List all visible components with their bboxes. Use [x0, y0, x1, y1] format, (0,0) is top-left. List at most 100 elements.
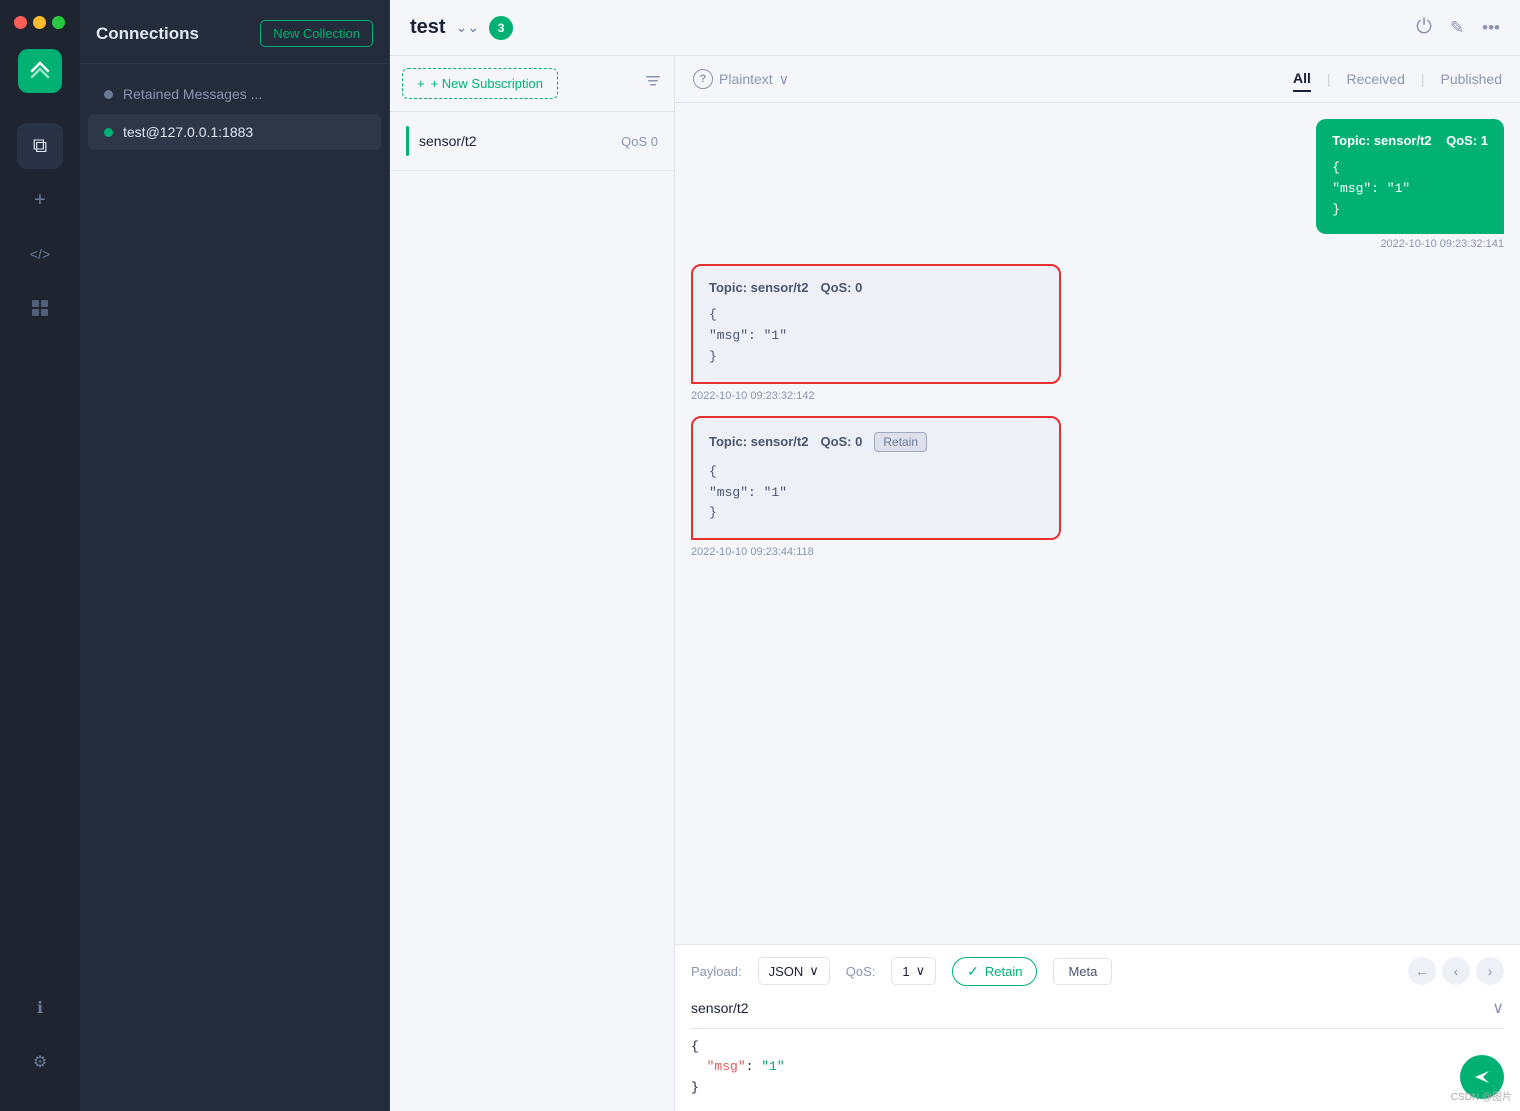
format-label: Plaintext — [719, 71, 773, 87]
nav-prev-button[interactable]: ← — [1408, 957, 1436, 985]
window-controls — [0, 16, 65, 29]
received-message-2: Topic: sensor/t2 QoS: 0 Retain { "msg": … — [691, 416, 1061, 558]
published-line2: "msg": "1" — [1332, 179, 1488, 200]
received-message-1: Topic: sensor/t2 QoS: 0 { "msg": "1" } 2… — [691, 264, 1061, 401]
new-subscription-button[interactable]: + + New Subscription — [402, 68, 558, 99]
publish-line2: "msg": "1" — [691, 1057, 1460, 1078]
qos-chevron-icon: ∨ — [916, 963, 926, 979]
main-area: test ⌄⌄ 3 ⏻ ✎ ••• + + New Subscription — [390, 0, 1520, 1111]
nav-left-button[interactable]: ‹ — [1442, 957, 1470, 985]
dot-green-icon — [104, 128, 113, 137]
new-collection-button[interactable]: New Collection — [260, 20, 373, 47]
maximize-button[interactable] — [52, 16, 65, 29]
more-icon[interactable]: ••• — [1482, 18, 1500, 38]
format-selector[interactable]: ? Plaintext ∨ — [693, 69, 789, 89]
sub-qos: QoS 0 — [621, 134, 658, 149]
filter-icon[interactable] — [644, 72, 662, 95]
top-bar-right: ⏻ ✎ ••• — [1416, 16, 1500, 39]
topic-input-row: ∨ — [691, 996, 1504, 1020]
connections-header: Connections New Collection — [80, 0, 389, 64]
payload-label: Payload: — [691, 964, 742, 979]
qos-select[interactable]: 1 ∨ — [891, 957, 936, 985]
top-bar: test ⌄⌄ 3 ⏻ ✎ ••• — [390, 0, 1520, 56]
retain-check-icon: ✓ — [967, 963, 979, 980]
received-2-line3: } — [709, 503, 1043, 524]
publish-toolbar: Payload: JSON ∨ QoS: 1 ∨ ✓ Retain Meta — [691, 957, 1504, 986]
connection-item-retained[interactable]: Retained Messages ... — [88, 76, 381, 112]
received-1-line3: } — [709, 347, 1043, 368]
received-1-topic: Topic: sensor/t2 — [709, 280, 808, 295]
publish-area: Payload: JSON ∨ QoS: 1 ∨ ✓ Retain Meta — [675, 944, 1520, 1111]
minimize-button[interactable] — [33, 16, 46, 29]
publish-line1: { — [691, 1037, 1460, 1058]
received-meta-1: Topic: sensor/t2 QoS: 0 — [709, 280, 1043, 295]
received-meta-2: Topic: sensor/t2 QoS: 0 Retain — [709, 432, 1043, 452]
new-subscription-label: + New Subscription — [431, 76, 543, 91]
connection-name-test: test@127.0.0.1:1883 — [123, 124, 253, 140]
received-1-line1: { — [709, 305, 1043, 326]
retain-toggle-button[interactable]: ✓ Retain — [952, 957, 1037, 986]
received-2-topic: Topic: sensor/t2 — [709, 434, 808, 449]
content-area: + + New Subscription sensor/t2 QoS 0 — [390, 56, 1520, 1111]
received-bubble-2: Topic: sensor/t2 QoS: 0 Retain { "msg": … — [691, 416, 1061, 540]
published-body: { "msg": "1" } — [1332, 158, 1488, 220]
sub-left: sensor/t2 — [406, 126, 477, 156]
received-2-line2: "msg": "1" — [709, 483, 1043, 504]
dot-gray-icon — [104, 90, 113, 99]
sub-topic: sensor/t2 — [419, 133, 477, 149]
received-2-qos: QoS: 0 — [820, 434, 862, 449]
sidebar-item-data[interactable] — [17, 285, 63, 331]
nav-right-button[interactable]: › — [1476, 957, 1504, 985]
published-meta: Topic: sensor/t2 QoS: 1 — [1332, 133, 1488, 148]
subscription-panel: + + New Subscription sensor/t2 QoS 0 — [390, 56, 675, 1111]
payload-chevron-icon: ∨ — [809, 963, 819, 979]
tab-published[interactable]: Published — [1441, 67, 1503, 91]
meta-button[interactable]: Meta — [1053, 958, 1112, 985]
sidebar-item-connections[interactable]: ⧉ — [17, 123, 63, 169]
published-line1: { — [1332, 158, 1488, 179]
connection-title: test — [410, 16, 446, 39]
sidebar-item-info[interactable]: ℹ — [17, 985, 63, 1031]
messages-list: Topic: sensor/t2 QoS: 1 { "msg": "1" } 2… — [675, 103, 1520, 944]
qos-value: 1 — [902, 964, 909, 979]
qos-label: QoS: — [846, 964, 876, 979]
connection-item-test[interactable]: test@127.0.0.1:1883 — [88, 114, 381, 150]
plus-icon: + — [417, 76, 425, 91]
topic-input[interactable] — [691, 996, 1492, 1020]
published-topic: Topic: sensor/t2 — [1332, 133, 1431, 148]
sidebar-item-add[interactable]: + — [17, 177, 63, 223]
received-1-qos: QoS: 0 — [820, 280, 862, 295]
edit-icon[interactable]: ✎ — [1450, 18, 1464, 38]
published-line3: } — [1332, 200, 1488, 221]
received-1-timestamp: 2022-10-10 09:23:32:142 — [691, 390, 1061, 402]
published-qos: QoS: 1 — [1446, 133, 1488, 148]
topic-divider — [691, 1028, 1504, 1029]
power-icon[interactable]: ⏻ — [1416, 16, 1432, 39]
connection-name-retained: Retained Messages ... — [123, 86, 262, 102]
retain-badge: Retain — [874, 432, 927, 452]
received-body-2: { "msg": "1" } — [709, 462, 1043, 524]
message-tabs: All | Received | Published — [1293, 66, 1502, 92]
payload-format-select[interactable]: JSON ∨ — [758, 957, 830, 985]
chevron-down-icon[interactable]: ⌄⌄ — [456, 19, 479, 36]
subscription-item-sensor-t2[interactable]: sensor/t2 QoS 0 — [390, 112, 674, 171]
help-icon: ? — [693, 69, 713, 89]
retain-toggle-label: Retain — [985, 964, 1023, 979]
received-bubble-1: Topic: sensor/t2 QoS: 0 { "msg": "1" } — [691, 264, 1061, 383]
tab-received[interactable]: Received — [1346, 67, 1404, 91]
icon-sidebar: ⧉ + </> ℹ ⚙ — [0, 0, 80, 1111]
received-1-line2: "msg": "1" — [709, 326, 1043, 347]
payload-format-value: JSON — [769, 964, 804, 979]
nav-arrows: ← ‹ › — [1408, 957, 1504, 985]
tab-all[interactable]: All — [1293, 66, 1311, 92]
close-button[interactable] — [14, 16, 27, 29]
subscription-header: + + New Subscription — [390, 56, 674, 112]
format-chevron-icon: ∨ — [779, 71, 789, 88]
expand-icon[interactable]: ∨ — [1492, 998, 1504, 1018]
sidebar-item-code[interactable]: </> — [17, 231, 63, 277]
watermark: CSDN @图片 — [1451, 1088, 1512, 1103]
app-logo — [18, 49, 62, 93]
received-2-line1: { — [709, 462, 1043, 483]
sidebar-item-settings[interactable]: ⚙ — [17, 1039, 63, 1085]
top-bar-left: test ⌄⌄ 3 — [410, 16, 513, 40]
